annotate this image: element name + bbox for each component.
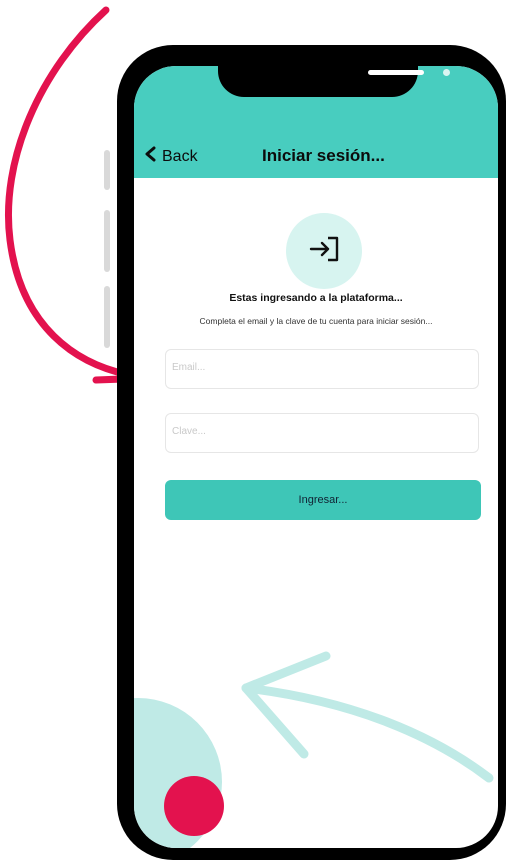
login-icon	[306, 234, 342, 269]
password-placeholder: Clave...	[172, 426, 206, 437]
email-field[interactable]: Email...	[165, 349, 479, 389]
phone-mute-switch	[104, 150, 110, 190]
email-placeholder: Email...	[172, 362, 206, 373]
login-heading: Estas ingresando a la plataforma...	[229, 292, 403, 304]
page-title: Iniciar sesión...	[262, 146, 385, 165]
login-button[interactable]: Ingresar...	[165, 480, 481, 520]
password-field[interactable]: Clave...	[165, 413, 479, 453]
back-button[interactable]: Back	[144, 146, 198, 167]
login-button-label: Ingresar...	[298, 494, 348, 506]
login-icon-badge	[286, 213, 362, 289]
phone-volume-up	[104, 210, 110, 272]
phone-screen: Back Iniciar sesión... Estas ingresando …	[134, 66, 498, 848]
phone-volume-down	[104, 286, 110, 348]
chevron-left-icon	[144, 146, 156, 167]
login-subtitle: Completa el email y la clave de tu cuent…	[199, 316, 433, 326]
camera	[443, 69, 450, 76]
speaker	[368, 70, 424, 75]
back-label: Back	[162, 147, 198, 165]
decorative-red-dot	[164, 776, 224, 836]
phone-notch	[218, 66, 450, 97]
decorative-arrow	[241, 651, 494, 783]
